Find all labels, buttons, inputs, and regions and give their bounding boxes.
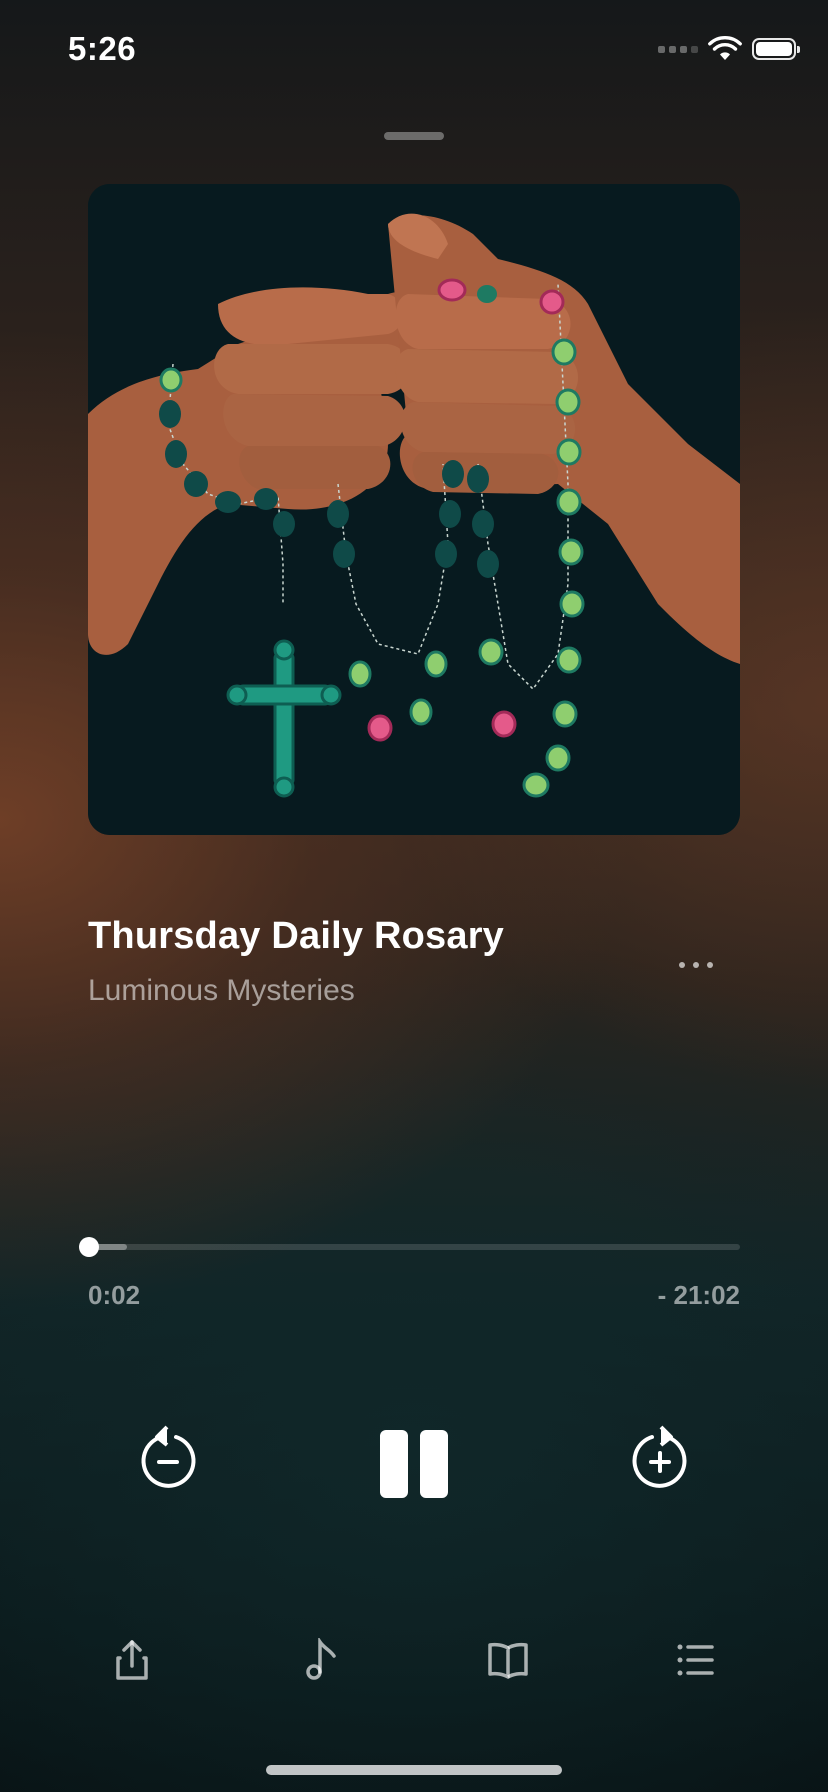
remaining-time: - 21:02 [657,1280,740,1310]
battery-icon [752,38,800,60]
more-dot [707,962,713,968]
book-icon [488,1642,528,1679]
pause-button[interactable] [374,1424,454,1504]
episode-title: Thursday Daily Rosary [88,915,505,957]
list-icon [677,1644,714,1676]
music-note-icon [306,1638,336,1680]
elapsed-time: 0:02 [88,1280,141,1310]
sheet-grabber[interactable] [384,132,444,140]
episode-artwork [88,184,740,835]
forward-icon [632,1425,687,1488]
pause-icon-bar [420,1430,448,1498]
more-dot [679,962,685,968]
pause-icon-bar [380,1430,408,1498]
home-indicator[interactable] [266,1765,562,1775]
progress-slider[interactable] [79,1237,740,1257]
wifi-icon [708,36,742,60]
more-dot [693,962,699,968]
progress-knob[interactable] [79,1237,100,1257]
status-time: 5:26 [68,30,137,67]
list-button[interactable] [672,1636,720,1684]
rewind-button[interactable] [128,1420,208,1500]
forward-button[interactable] [620,1420,700,1500]
rewind-icon [141,1425,196,1488]
signal-icon [658,45,698,53]
more-options-button[interactable] [668,945,724,985]
book-button[interactable] [484,1636,532,1684]
music-button[interactable] [296,1636,344,1684]
share-icon [116,1640,148,1680]
episode-subtitle[interactable]: Luminous Mysteries [88,974,355,1008]
share-button[interactable] [108,1636,156,1684]
status-icons [658,34,800,64]
